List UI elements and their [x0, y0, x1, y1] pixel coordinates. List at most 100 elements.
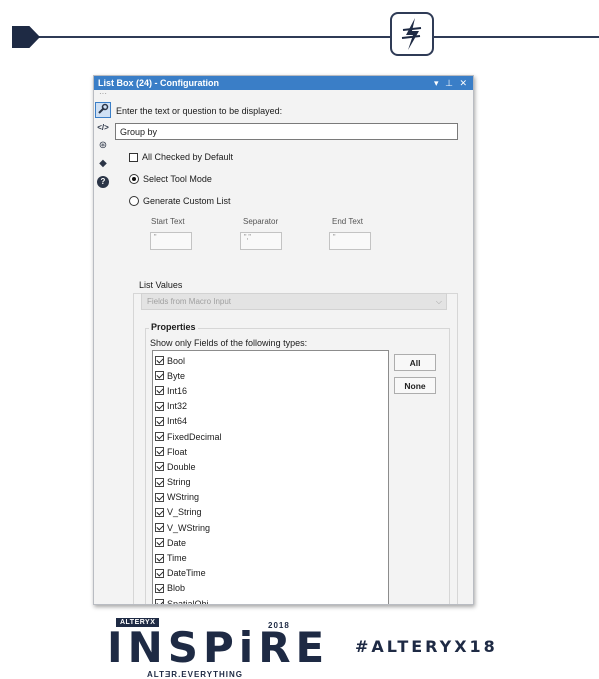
type-checkbox[interactable] — [155, 432, 164, 442]
types-label: Show only Fields of the following types: — [150, 338, 308, 348]
list-values-label: List Values — [137, 280, 185, 290]
type-item[interactable]: V_WString — [153, 520, 388, 535]
type-checkbox[interactable] — [155, 462, 164, 472]
brand-tagline: ALTƎR.EVERYTHING — [147, 670, 244, 679]
chevron-down-icon: ⌵ — [435, 297, 442, 306]
type-item[interactable]: Date — [153, 535, 388, 550]
type-checkbox[interactable] — [155, 371, 164, 381]
type-checkbox[interactable] — [155, 507, 164, 517]
type-item[interactable]: String — [153, 475, 388, 490]
pin-icon[interactable]: ⊥ — [445, 78, 453, 88]
all-button[interactable]: All — [394, 354, 436, 371]
type-item[interactable]: Int32 — [153, 399, 388, 414]
type-checkbox[interactable] — [155, 553, 164, 563]
type-label: Bool — [167, 355, 186, 366]
type-label: Int64 — [167, 416, 188, 427]
select-tool-mode-label: Select Tool Mode — [143, 174, 212, 184]
input-anchor[interactable] — [12, 26, 40, 48]
type-label: V_String — [167, 507, 202, 518]
window-titlebar[interactable]: List Box (24) - Configuration ▾ ⊥ ✕ — [94, 76, 473, 90]
config-sidebar: ··· </> ⊛ ◆ ? — [94, 90, 112, 604]
type-checkbox[interactable] — [155, 416, 164, 426]
type-item[interactable]: Blob — [153, 581, 388, 596]
end-text-label: End Text — [332, 217, 363, 226]
type-item[interactable]: Int16 — [153, 383, 388, 398]
type-label: V_WString — [167, 522, 211, 533]
type-label: Int32 — [167, 401, 188, 412]
type-item[interactable]: DateTime — [153, 566, 388, 581]
help-glyph: ? — [97, 176, 109, 188]
type-label: Byte — [167, 370, 186, 381]
prompt-label: Enter the text or question to be display… — [116, 106, 283, 116]
separator-label: Separator — [243, 217, 279, 226]
generate-custom-list-label: Generate Custom List — [143, 196, 231, 206]
type-item[interactable]: V_String — [153, 505, 388, 520]
type-item[interactable]: FixedDecimal — [153, 429, 388, 444]
type-item[interactable]: Time — [153, 550, 388, 565]
generate-custom-list-radio[interactable] — [129, 196, 139, 206]
window-controls: ▾ ⊥ ✕ — [430, 76, 467, 90]
type-label: String — [167, 477, 191, 488]
type-label: Float — [167, 446, 188, 457]
separator-input[interactable]: "," — [240, 232, 282, 250]
type-checkbox[interactable] — [155, 386, 164, 396]
close-icon[interactable]: ✕ — [459, 78, 467, 88]
type-label: Blob — [167, 583, 186, 594]
type-label: SpatialObj — [167, 598, 209, 605]
grip-icon: ··· — [99, 89, 107, 98]
list-source-dropdown[interactable]: Fields from Macro Input ⌵ — [141, 293, 447, 310]
type-label: Date — [167, 537, 187, 548]
lightning-icon — [401, 18, 422, 50]
start-text-label: Start Text — [151, 217, 185, 226]
type-checkbox[interactable] — [155, 356, 164, 366]
type-item[interactable]: Bool — [153, 353, 388, 368]
type-item[interactable]: SpatialObj — [153, 596, 388, 605]
field-types-list[interactable]: Bool Byte Int16 Int32 Int64 FixedDecimal Float… — [152, 350, 389, 605]
gear-check-icon[interactable]: ⊛ — [95, 138, 111, 154]
config-content: Enter the text or question to be display… — [114, 90, 473, 604]
connection-line — [34, 36, 599, 38]
prompt-input[interactable] — [115, 123, 458, 140]
list-source-value: Fields from Macro Input — [147, 297, 232, 306]
type-label: DateTime — [167, 568, 206, 579]
list-box-tool-icon[interactable] — [390, 12, 434, 56]
type-label: Int16 — [167, 385, 188, 396]
configuration-window: List Box (24) - Configuration ▾ ⊥ ✕ ··· … — [93, 75, 474, 605]
end-text-input[interactable]: " — [329, 232, 371, 250]
tag-icon[interactable]: ◆ — [95, 156, 111, 172]
type-label: Double — [167, 461, 196, 472]
type-item[interactable]: Double — [153, 459, 388, 474]
type-checkbox[interactable] — [155, 523, 164, 533]
type-label: Time — [167, 553, 187, 564]
hashtag: #ALTERYX18 — [355, 637, 498, 656]
type-checkbox[interactable] — [155, 538, 164, 548]
all-checked-row[interactable]: All Checked by Default — [129, 152, 233, 162]
type-checkbox[interactable] — [155, 447, 164, 457]
select-tool-mode-row[interactable]: Select Tool Mode — [129, 174, 212, 184]
wrench-icon[interactable] — [95, 102, 111, 118]
dropdown-icon[interactable]: ▾ — [434, 78, 439, 88]
select-tool-mode-radio[interactable] — [129, 174, 139, 184]
none-button[interactable]: None — [394, 377, 436, 394]
inspire-logo: INSPiRE — [107, 623, 330, 672]
window-title: List Box (24) - Configuration — [98, 78, 219, 88]
type-item[interactable]: Byte — [153, 368, 388, 383]
type-item[interactable]: Int64 — [153, 414, 388, 429]
all-checked-label: All Checked by Default — [142, 152, 234, 162]
type-checkbox[interactable] — [155, 599, 164, 604]
type-checkbox[interactable] — [155, 492, 164, 502]
properties-label: Properties — [149, 322, 198, 332]
type-checkbox[interactable] — [155, 568, 164, 578]
help-icon[interactable]: ? — [95, 174, 111, 190]
type-checkbox[interactable] — [155, 583, 164, 593]
all-checked-checkbox[interactable] — [129, 152, 138, 162]
type-checkbox[interactable] — [155, 401, 164, 411]
generate-custom-list-row[interactable]: Generate Custom List — [129, 196, 231, 206]
code-icon[interactable]: </> — [95, 120, 111, 136]
type-item[interactable]: WString — [153, 490, 388, 505]
type-item[interactable]: Float — [153, 444, 388, 459]
start-text-input[interactable]: " — [150, 232, 192, 250]
type-label: WString — [167, 492, 200, 503]
type-label: FixedDecimal — [167, 431, 222, 442]
type-checkbox[interactable] — [155, 477, 164, 487]
